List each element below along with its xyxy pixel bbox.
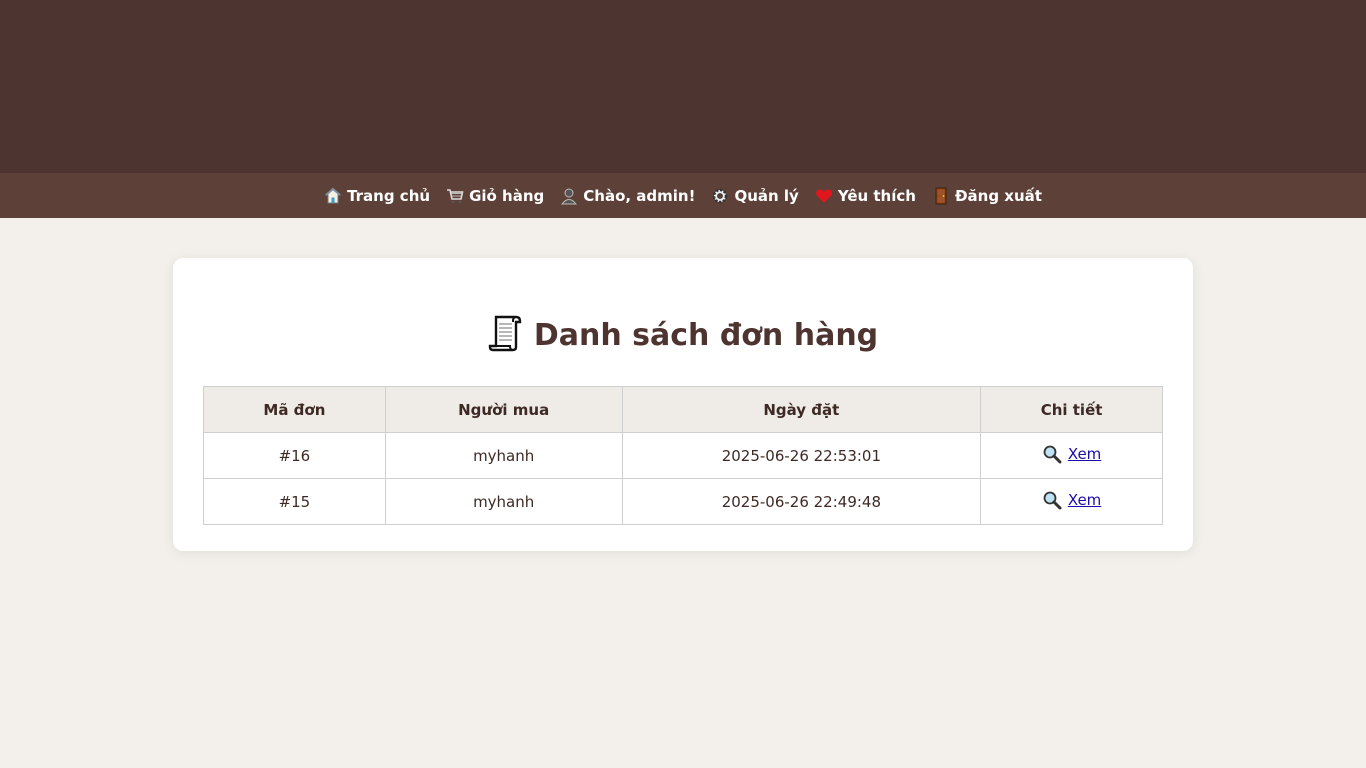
details-cell: Xem bbox=[980, 478, 1163, 525]
view-order-link[interactable]: Xem bbox=[1042, 490, 1101, 510]
details-cell: Xem bbox=[980, 432, 1163, 479]
view-order-label: Xem bbox=[1067, 490, 1102, 509]
gear-icon bbox=[711, 187, 729, 205]
order-date-cell: 2025-06-26 22:49:48 bbox=[621, 478, 982, 525]
header-details: Chi tiết bbox=[980, 386, 1163, 433]
nav-cart-label: Giỏ hàng bbox=[469, 186, 545, 205]
house-icon bbox=[324, 187, 342, 205]
header-order-id: Mã đơn bbox=[203, 386, 386, 433]
nav-favorites[interactable]: Yêu thích bbox=[815, 187, 916, 205]
view-order-link[interactable]: Xem bbox=[1042, 444, 1101, 464]
page-title-row: Danh sách đơn hàng bbox=[203, 314, 1163, 356]
table-row: #16 myhanh 2025-06-26 22:53:01 Xem bbox=[203, 432, 1163, 479]
header-buyer: Người mua bbox=[384, 386, 623, 433]
table-row: #15 myhanh 2025-06-26 22:49:48 Xem bbox=[203, 478, 1163, 525]
scroll-icon bbox=[488, 314, 524, 356]
nav-manage-label: Quản lý bbox=[734, 186, 799, 205]
order-date-cell: 2025-06-26 22:53:01 bbox=[621, 432, 982, 479]
nav-home[interactable]: Trang chủ bbox=[324, 187, 430, 205]
door-icon bbox=[932, 187, 950, 205]
nav-greeting[interactable]: Chào, admin! bbox=[560, 187, 695, 205]
view-order-label: Xem bbox=[1067, 444, 1102, 463]
nav-cart[interactable]: Giỏ hàng bbox=[446, 187, 544, 205]
page-title: Danh sách đơn hàng bbox=[533, 317, 879, 353]
nav-home-label: Trang chủ bbox=[347, 186, 431, 205]
table-header-row: Mã đơn Người mua Ngày đặt Chi tiết bbox=[203, 386, 1163, 433]
buyer-cell: myhanh bbox=[384, 432, 623, 479]
main-navbar: Trang chủ Giỏ hàng Chào, admin! Quản lý … bbox=[0, 173, 1366, 218]
nav-manage[interactable]: Quản lý bbox=[711, 186, 799, 205]
buyer-cell: myhanh bbox=[384, 478, 623, 525]
nav-greeting-label: Chào, admin! bbox=[583, 186, 696, 205]
magnifier-icon bbox=[1043, 491, 1062, 509]
magnifier-icon bbox=[1043, 445, 1062, 463]
order-id-cell: #16 bbox=[203, 432, 386, 479]
heart-icon bbox=[815, 187, 833, 205]
order-id-cell: #15 bbox=[203, 478, 386, 525]
nav-logout[interactable]: Đăng xuất bbox=[932, 187, 1042, 205]
orders-table: Mã đơn Người mua Ngày đặt Chi tiết #16 m… bbox=[203, 386, 1163, 525]
nav-favorites-label: Yêu thích bbox=[837, 186, 916, 205]
user-icon bbox=[560, 187, 578, 205]
header-order-date: Ngày đặt bbox=[621, 386, 982, 433]
nav-logout-label: Đăng xuất bbox=[954, 186, 1042, 205]
orders-card: Danh sách đơn hàng Mã đơn Người mua Ngày… bbox=[173, 258, 1193, 551]
cart-icon bbox=[446, 187, 464, 205]
header-banner bbox=[0, 0, 1366, 173]
